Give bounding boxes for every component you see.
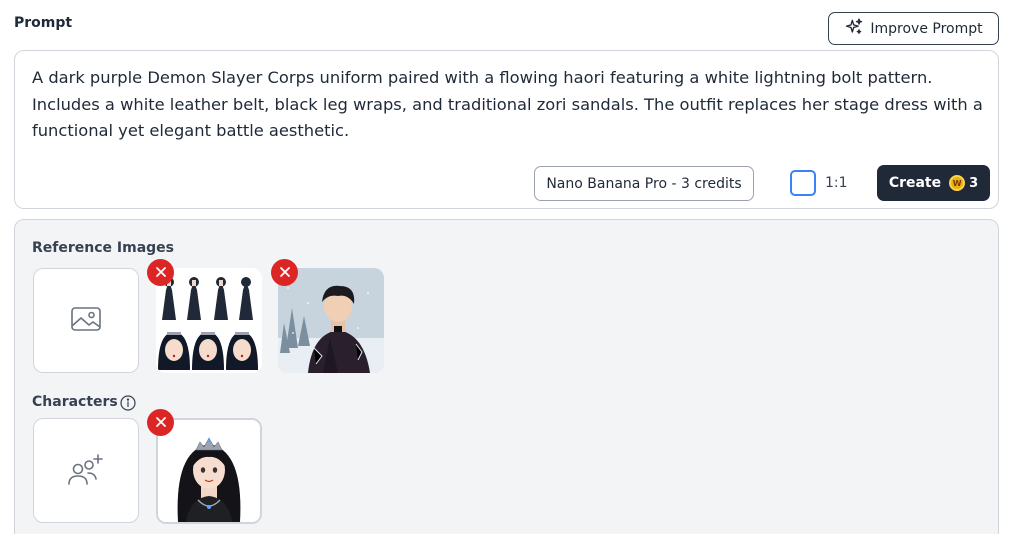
add-reference-image-button[interactable] [33,268,139,373]
prompt-text[interactable]: A dark purple Demon Slayer Corps uniform… [32,65,987,145]
snow-warrior-image [278,268,384,373]
reference-images-label: Reference Images [32,240,174,256]
close-icon [279,263,291,282]
aspect-ratio-square-icon[interactable] [790,170,816,196]
aspect-ratio-label: 1:1 [825,175,848,191]
create-label: Create [888,175,942,191]
remove-reference-image-2-button[interactable] [271,259,298,286]
tiara-girl-image [158,420,260,522]
remove-reference-image-1-button[interactable] [147,259,174,286]
improve-prompt-label: Improve Prompt [870,20,983,37]
add-user-icon [67,452,105,490]
image-icon [70,305,102,337]
info-icon[interactable] [120,395,136,411]
create-cost: 3 [969,175,979,191]
character-sheet-image [156,268,262,373]
aspect-ratio-toggle[interactable]: 1:1 [790,170,848,196]
sparkles-icon [844,17,864,41]
characters-label: Characters [32,394,118,410]
close-icon [155,413,167,432]
improve-prompt-button[interactable]: Improve Prompt [828,12,999,45]
create-button[interactable]: Create W 3 [877,165,990,201]
model-select[interactable]: Nano Banana Pro - 3 credits [534,166,754,201]
close-icon [155,263,167,282]
snow-warrior-thumbnail[interactable] [278,268,384,373]
remove-character-button[interactable] [147,409,174,436]
options-panel: Reference Images Characters [14,219,999,534]
prompt-textarea[interactable]: A dark purple Demon Slayer Corps uniform… [14,50,999,209]
character-sheet-thumbnail[interactable] [156,268,262,373]
coin-icon: W [949,175,966,191]
add-character-button[interactable] [33,418,139,523]
tiara-girl-thumbnail[interactable] [156,418,262,524]
prompt-label: Prompt [14,15,73,31]
